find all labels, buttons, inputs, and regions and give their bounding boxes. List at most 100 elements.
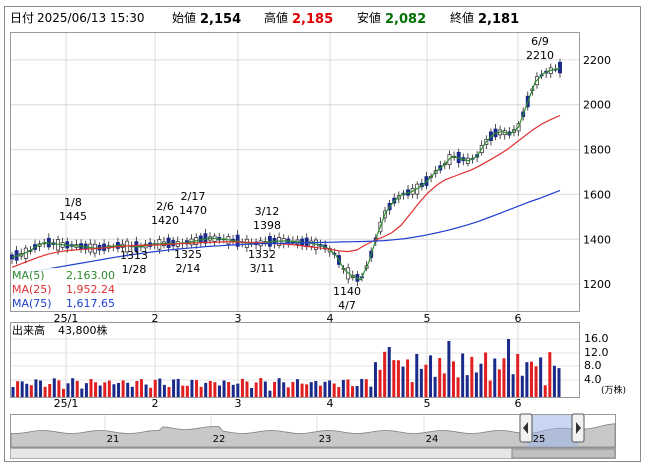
volume-bar <box>309 382 313 397</box>
volume-bar <box>195 380 199 397</box>
volume-bar <box>406 359 410 397</box>
volume-bar <box>263 381 267 397</box>
volume-bar <box>250 387 254 397</box>
volume-bar <box>433 376 437 397</box>
annotation-top: 1/8 <box>64 196 82 209</box>
volume-bar <box>231 384 235 397</box>
volume-bar <box>204 382 208 397</box>
volume-bar <box>89 378 93 397</box>
volume-bar <box>493 358 497 397</box>
navigator-right-handle[interactable] <box>571 413 585 443</box>
scrollbar-thumb[interactable] <box>511 448 616 459</box>
volume-bar <box>135 380 139 397</box>
date-label: 日付 <box>10 11 34 25</box>
volume-bar <box>144 384 148 397</box>
volume-bar <box>282 382 286 397</box>
volume-bar <box>410 382 414 397</box>
annotation-bottom: 1445 <box>59 210 87 223</box>
volume-bar <box>52 378 56 397</box>
navigator-month-label: 23 <box>319 434 332 445</box>
stock-chart: 日付 2025/06/13 15:30 始値 2,154 高値 2,185 安値… <box>4 6 641 462</box>
volume-bar <box>355 385 359 397</box>
volume-bar <box>479 363 483 397</box>
open-value: 2,154 <box>200 12 241 27</box>
volume-bar <box>259 378 263 397</box>
volume-bar <box>291 381 295 397</box>
legend-ma25-value: 1,952.24 <box>66 283 115 296</box>
volume-bar <box>328 380 332 397</box>
volume-bar <box>240 378 244 397</box>
volume-bar <box>543 385 547 397</box>
volume-bar <box>149 387 153 397</box>
price-y-tick-label: 1200 <box>583 278 611 291</box>
legend-ma75-value: 1,617.65 <box>66 297 115 310</box>
volume-bar <box>217 385 221 397</box>
annotation-bottom: 1470 <box>179 204 207 217</box>
volume-bar <box>84 383 88 397</box>
volume-bar <box>273 381 277 397</box>
volume-bar <box>318 385 322 397</box>
navigator-left-handle[interactable] <box>519 413 533 443</box>
volume-x-tick-label: 4 <box>327 397 334 410</box>
volume-bar <box>39 380 43 397</box>
volume-value: 43,800株 <box>58 323 108 337</box>
volume-bar <box>415 353 419 397</box>
volume-bar <box>438 358 442 397</box>
volume-bar <box>107 380 111 397</box>
volume-bar <box>34 379 38 397</box>
high-label: 高値 <box>264 10 288 25</box>
volume-bar <box>497 369 501 397</box>
annotation-top: 6/9 <box>531 35 549 48</box>
volume-bar <box>66 383 70 397</box>
volume-bar <box>57 380 61 397</box>
volume-bar <box>286 387 290 397</box>
volume-bar <box>520 375 524 397</box>
volume-bar <box>351 386 355 397</box>
volume-bar <box>387 347 391 397</box>
annotation-top: 2/6 <box>156 200 174 213</box>
volume-bar <box>130 386 134 397</box>
legend-ma5-value: 2,163.00 <box>66 269 115 282</box>
volume-bar <box>208 381 212 397</box>
volume-bar <box>305 384 309 397</box>
navigator-month-label: 21 <box>107 434 120 445</box>
volume-bar <box>254 382 258 397</box>
annotation-bottom: 1398 <box>253 219 281 232</box>
close-label: 終値 <box>450 10 474 25</box>
volume-bar <box>199 386 203 397</box>
annotation-bottom: 1420 <box>151 214 179 227</box>
volume-bar <box>236 383 240 397</box>
volume-bar <box>488 380 492 397</box>
annotation-top: 2/17 <box>181 190 206 203</box>
volume-bar <box>11 387 15 397</box>
volume-bar <box>346 379 350 397</box>
volume-bar <box>153 379 157 397</box>
volume-bar <box>213 382 217 397</box>
volume-bar <box>158 378 162 397</box>
annotation-bottom: 2/14 <box>176 262 201 275</box>
volume-bar <box>419 368 423 397</box>
navigator-scrollbar[interactable] <box>10 448 616 459</box>
volume-bar <box>456 377 460 397</box>
volume-bar <box>529 361 533 397</box>
volume-bar <box>364 379 368 397</box>
volume-bar <box>401 366 405 397</box>
price-y-tick-label: 1800 <box>583 144 611 157</box>
range-navigator[interactable]: 21 22 23 24 25 <box>10 413 616 448</box>
volume-bar <box>61 388 65 397</box>
volume-bar <box>16 381 20 397</box>
candle-body <box>558 61 562 74</box>
volume-x-tick-label: 25/1 <box>54 397 79 410</box>
volume-bar <box>484 352 488 397</box>
volume-bar <box>20 381 24 397</box>
volume-bar <box>167 387 171 397</box>
volume-bar <box>507 339 511 397</box>
volume-bar <box>227 382 231 397</box>
volume-bar <box>80 388 84 397</box>
volume-bar <box>190 379 194 397</box>
volume-tick-16: 16.0 <box>584 332 609 345</box>
navigator-month-label: 24 <box>426 434 439 445</box>
volume-unit: (万株) <box>601 384 626 396</box>
navigator-month-label: 25 <box>533 434 546 445</box>
low-value: 2,082 <box>385 12 426 27</box>
